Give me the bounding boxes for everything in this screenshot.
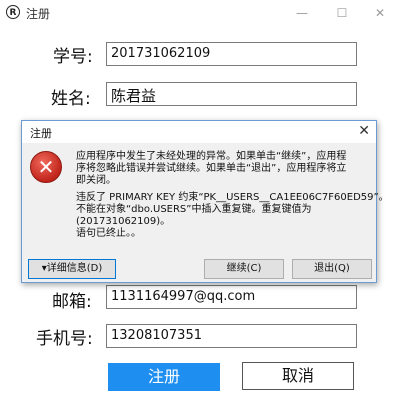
continue-button[interactable]: 继续(C): [204, 259, 284, 279]
error-dialog: 注册 ✕ ✕ 应用程序中发生了未经处理的异常。如果单击“继续”，应用程 序将忽略…: [21, 120, 389, 283]
dialog-title: 注册: [30, 127, 52, 140]
app-icon: R: [6, 5, 20, 19]
window-title-bar: R 注册 — ☐ ✕: [0, 0, 400, 26]
dialog-message-line: 违反了 PRIMARY KEY 约束“PK__USERS__CA1EE06C7F…: [76, 192, 389, 203]
name-label: 姓名:: [51, 89, 91, 109]
register-button[interactable]: 注册: [108, 363, 220, 391]
name-input[interactable]: 陈君益: [106, 82, 357, 106]
cancel-button[interactable]: 取消: [242, 362, 354, 390]
dialog-message-line: 即关闭。: [76, 175, 116, 186]
minimize-button[interactable]: —: [282, 0, 322, 26]
error-x-icon: ✕: [30, 151, 62, 183]
phone-input[interactable]: 13208107351: [106, 324, 357, 348]
dialog-message-line: (201731062109)。: [76, 216, 171, 227]
dialog-close-icon[interactable]: ✕: [358, 123, 370, 139]
dialog-message-line: 语句已终止。。: [76, 228, 141, 239]
phone-label: 手机号:: [36, 329, 93, 349]
dialog-message-line: 不能在对象“dbo.USERS”中插入重复键。重复键值为: [76, 204, 312, 215]
email-label: 邮箱:: [52, 292, 92, 312]
window-title: 注册: [26, 7, 51, 21]
dialog-message-line: 序将忽略此错误并尝试继续。如果单击“退出”，应用程序将立: [76, 163, 347, 174]
maximize-button[interactable]: ☐: [322, 0, 362, 26]
close-button[interactable]: ✕: [360, 0, 400, 26]
student-id-label: 学号:: [53, 47, 93, 67]
quit-button[interactable]: 退出(Q): [292, 259, 372, 279]
dialog-message-line: 应用程序中发生了未经处理的异常。如果单击“继续”，应用程: [76, 151, 347, 162]
details-button[interactable]: ▾详细信息(D): [28, 259, 116, 279]
dialog-title-bar: 注册 ✕: [22, 121, 376, 143]
email-input[interactable]: 1131164997@qq.com: [106, 285, 357, 309]
student-id-input[interactable]: 201731062109: [106, 42, 357, 66]
